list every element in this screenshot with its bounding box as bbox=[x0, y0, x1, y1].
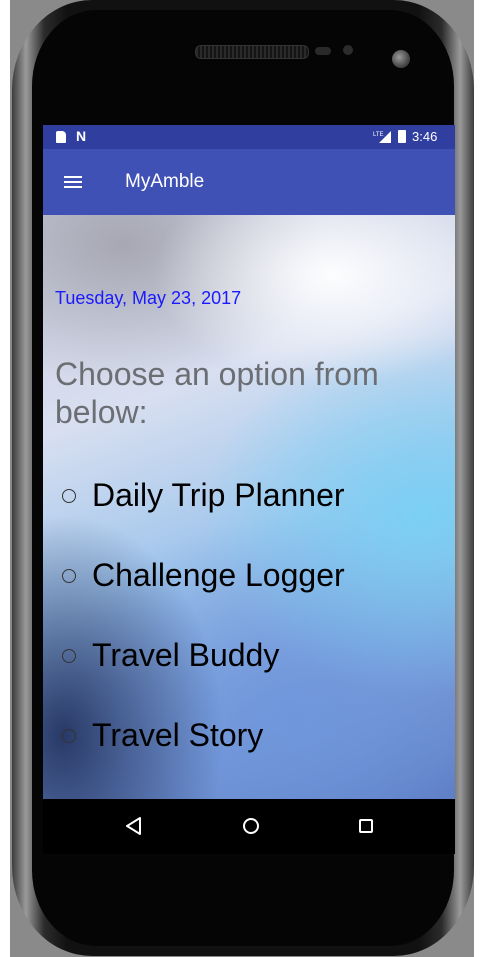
battery-icon bbox=[398, 130, 406, 143]
status-bar: N LTE 3:46 bbox=[43, 125, 455, 149]
option-label: Challenge Logger bbox=[92, 557, 345, 593]
n-notification-icon: N bbox=[76, 128, 87, 144]
option-label: Travel Buddy bbox=[92, 637, 280, 673]
recents-square-icon[interactable] bbox=[359, 819, 373, 833]
front-camera bbox=[392, 50, 410, 68]
radio-button-icon[interactable] bbox=[62, 729, 76, 743]
proximity-sensor bbox=[315, 47, 331, 55]
earpiece-speaker bbox=[195, 45, 309, 59]
app-title: MyAmble bbox=[125, 171, 205, 192]
navigation-bar bbox=[43, 799, 455, 854]
option-label: Travel Story bbox=[92, 717, 264, 753]
prompt-text: Choose an option from below: bbox=[55, 356, 379, 430]
home-circle-icon[interactable] bbox=[243, 818, 259, 834]
clock: 3:46 bbox=[412, 129, 438, 144]
radio-button-icon[interactable] bbox=[62, 489, 76, 503]
date-label: Tuesday, May 23, 2017 bbox=[55, 288, 242, 308]
phone-screen: N LTE 3:46 MyAmble Tuesday, May 23, 2017… bbox=[43, 125, 455, 854]
sd-card-icon bbox=[56, 131, 66, 143]
signal-icon: LTE bbox=[373, 129, 393, 146]
radio-button-icon[interactable] bbox=[62, 649, 76, 663]
back-triangle-icon[interactable] bbox=[125, 816, 143, 836]
main-content: Tuesday, May 23, 2017 Choose an option f… bbox=[43, 215, 455, 799]
light-sensor bbox=[343, 45, 353, 55]
hamburger-menu-icon[interactable] bbox=[64, 176, 82, 188]
radio-button-icon[interactable] bbox=[62, 569, 76, 583]
signal-label: LTE bbox=[373, 132, 384, 138]
app-toolbar: MyAmble bbox=[43, 149, 455, 215]
option-label: Daily Trip Planner bbox=[92, 477, 345, 513]
